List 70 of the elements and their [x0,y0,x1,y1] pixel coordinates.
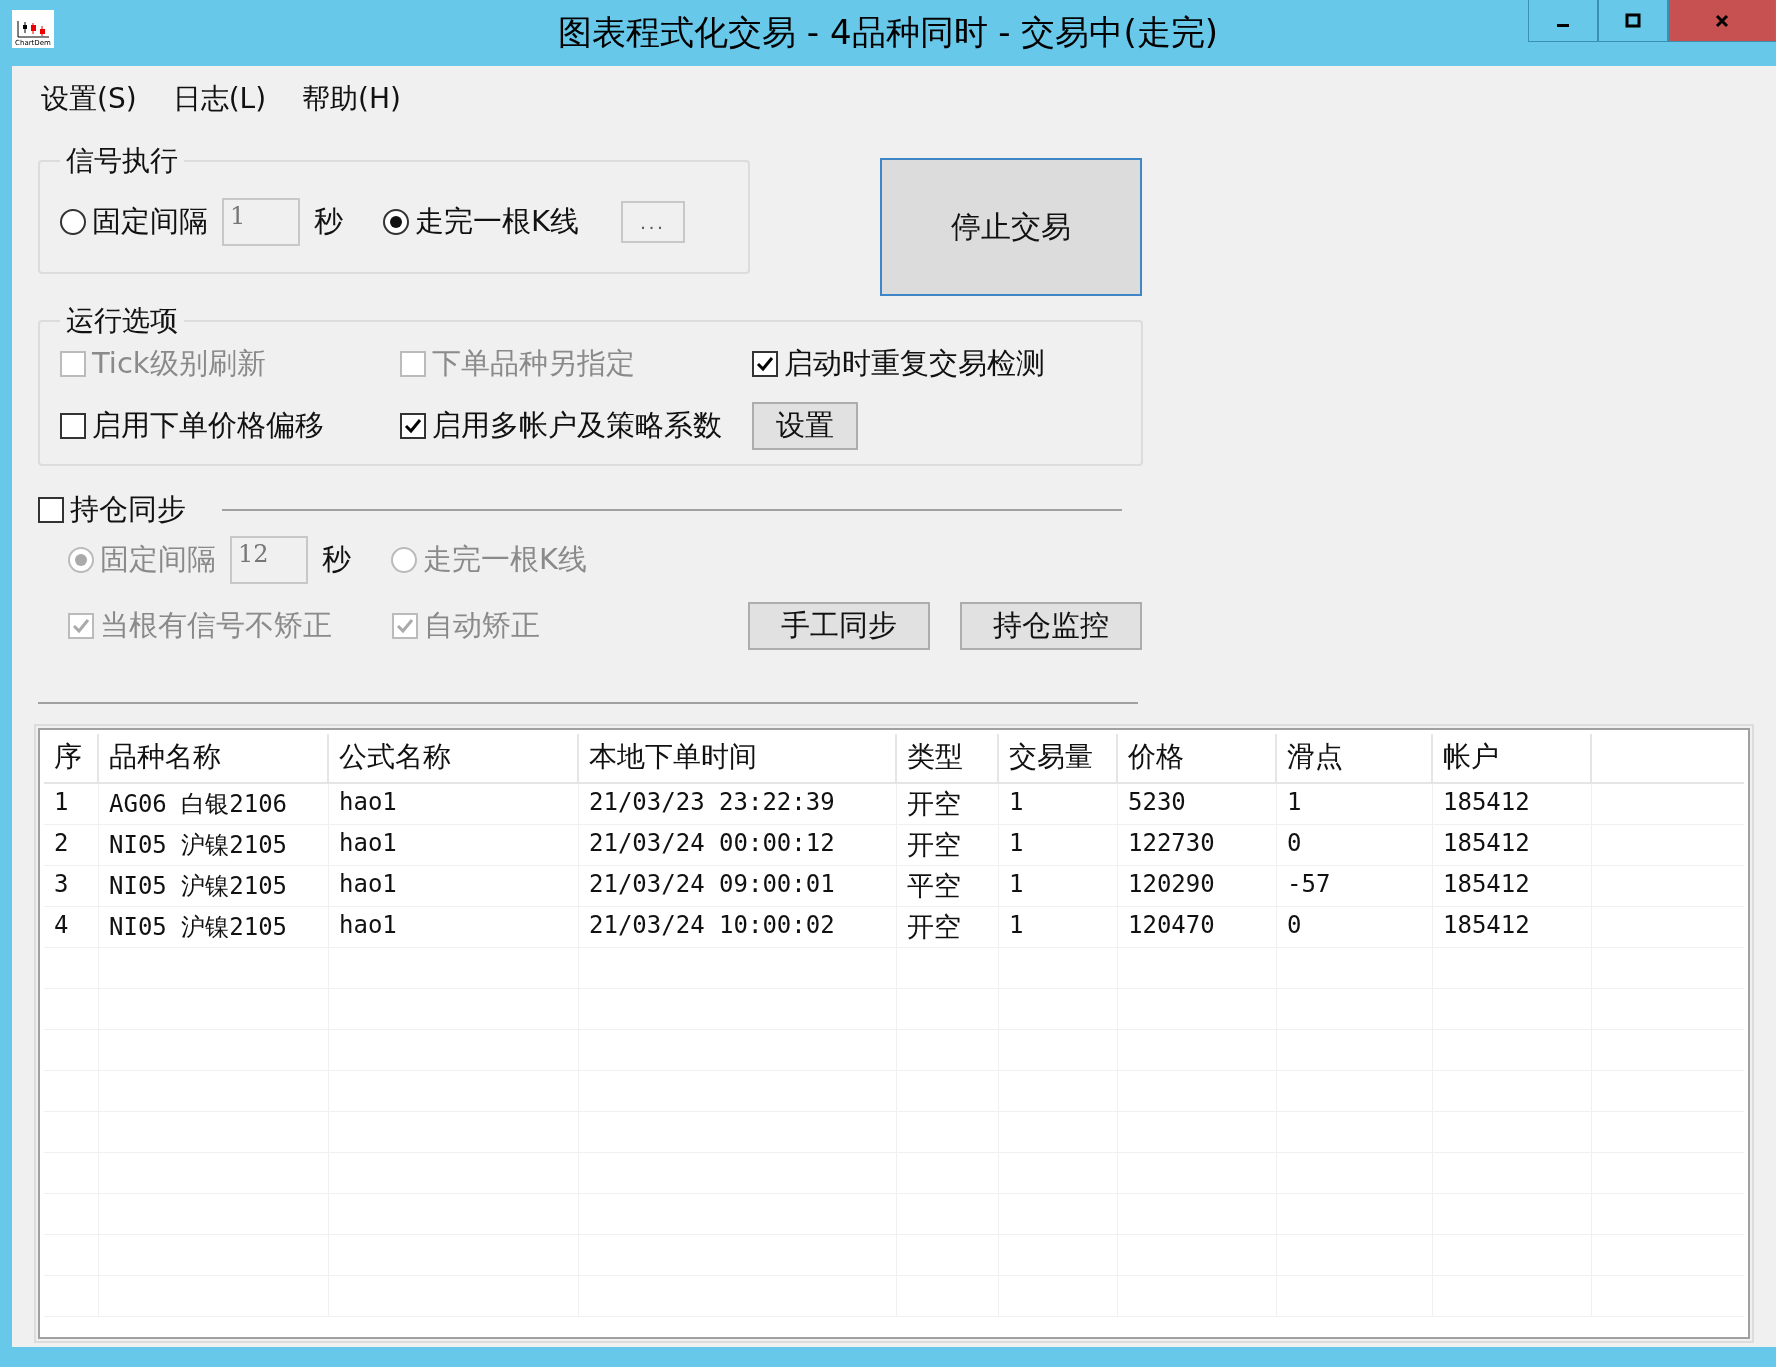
table-cell: 1 [1277,784,1433,824]
table-cell: 1 [999,866,1118,906]
window-title: 图表程式化交易 - 4品种同时 - 交易中(走完) [558,11,1218,54]
table-cell: 2 [44,825,99,865]
unit-label: 秒 [322,541,351,578]
group-title: 信号执行 [65,143,179,179]
table-cell: 1 [44,784,99,824]
table-cell: 21/03/24 09:00:01 [579,866,897,906]
menu-item[interactable]: 帮助(H) [302,80,401,118]
table-cell: hao1 [329,825,579,865]
table-cell: 1 [999,784,1118,824]
table-cell: NI05 沪镍2105 [99,825,329,865]
column-header[interactable]: 公式名称 [329,734,579,782]
column-header[interactable]: 帐户 [1433,734,1592,782]
table-cell: 0 [1277,825,1433,865]
table-cell: 平空 [897,866,999,906]
menu-item[interactable]: 设置(S) [41,80,137,118]
interval-field[interactable]: 12 [230,536,308,584]
column-header[interactable]: 品种名称 [99,734,329,782]
more-button[interactable]: ... [621,201,686,243]
settings-button[interactable]: 设置 [752,402,858,450]
table-cell: 0 [1277,907,1433,947]
table-cell: 4 [44,907,99,947]
table-cell: 120290 [1118,866,1277,906]
table-cell: 3 [44,866,99,906]
column-header[interactable]: 价格 [1118,734,1277,782]
table-cell: 5230 [1118,784,1277,824]
radio-option[interactable]: 固定间隔 [60,202,208,242]
table-cell: NI05 沪镍2105 [99,907,329,947]
column-header[interactable]: 类型 [897,734,999,782]
column-header[interactable]: 本地下单时间 [579,734,897,782]
table-cell: 185412 [1433,907,1592,947]
table-cell: hao1 [329,866,579,906]
table-cell: 1 [999,907,1118,947]
table-cell: 185412 [1433,866,1592,906]
sync-button[interactable]: 手工同步 [748,602,930,650]
table-cell: 21/03/24 00:00:12 [579,825,897,865]
table-cell: 120470 [1118,907,1277,947]
table-cell: 21/03/23 23:22:39 [579,784,897,824]
checkbox-option[interactable]: 启用多帐户及策略系数 [400,402,752,450]
table-cell: hao1 [329,784,579,824]
interval-field[interactable]: 1 [222,198,300,246]
column-header[interactable]: 序 [44,734,99,782]
table-cell: hao1 [329,907,579,947]
table-cell: 开空 [897,825,999,865]
table-cell: 122730 [1118,825,1277,865]
close-icon [1714,12,1730,29]
radio-option[interactable]: 走完一根K线 [383,202,580,242]
maximize-icon [1625,12,1641,29]
unit-label: 秒 [314,203,343,240]
checkbox-option[interactable]: 持仓同步 [38,490,186,530]
sync-button[interactable]: 持仓监控 [960,602,1142,650]
table-cell: AG06 白银2106 [99,784,329,824]
table-cell: 1 [999,825,1118,865]
table-cell: -57 [1277,866,1433,906]
minimize-icon [1557,24,1569,27]
table-cell: 185412 [1433,784,1592,824]
column-header[interactable]: 交易量 [999,734,1118,782]
table-cell: 21/03/24 10:00:02 [579,907,897,947]
maximize-button[interactable] [1598,0,1668,42]
group-title: 运行选项 [65,303,179,339]
stop-trading-button[interactable]: 停止交易 [880,158,1142,296]
checkbox-option[interactable]: 启动时重复交易检测 [752,344,1121,384]
table-cell: 185412 [1433,825,1592,865]
table-cell: 开空 [897,784,999,824]
column-header[interactable]: 滑点 [1277,734,1433,782]
table-cell: NI05 沪镍2105 [99,866,329,906]
checkbox-option[interactable]: 启用下单价格偏移 [60,402,400,450]
table-cell: 开空 [897,907,999,947]
menu-item[interactable]: 日志(L) [172,80,267,118]
